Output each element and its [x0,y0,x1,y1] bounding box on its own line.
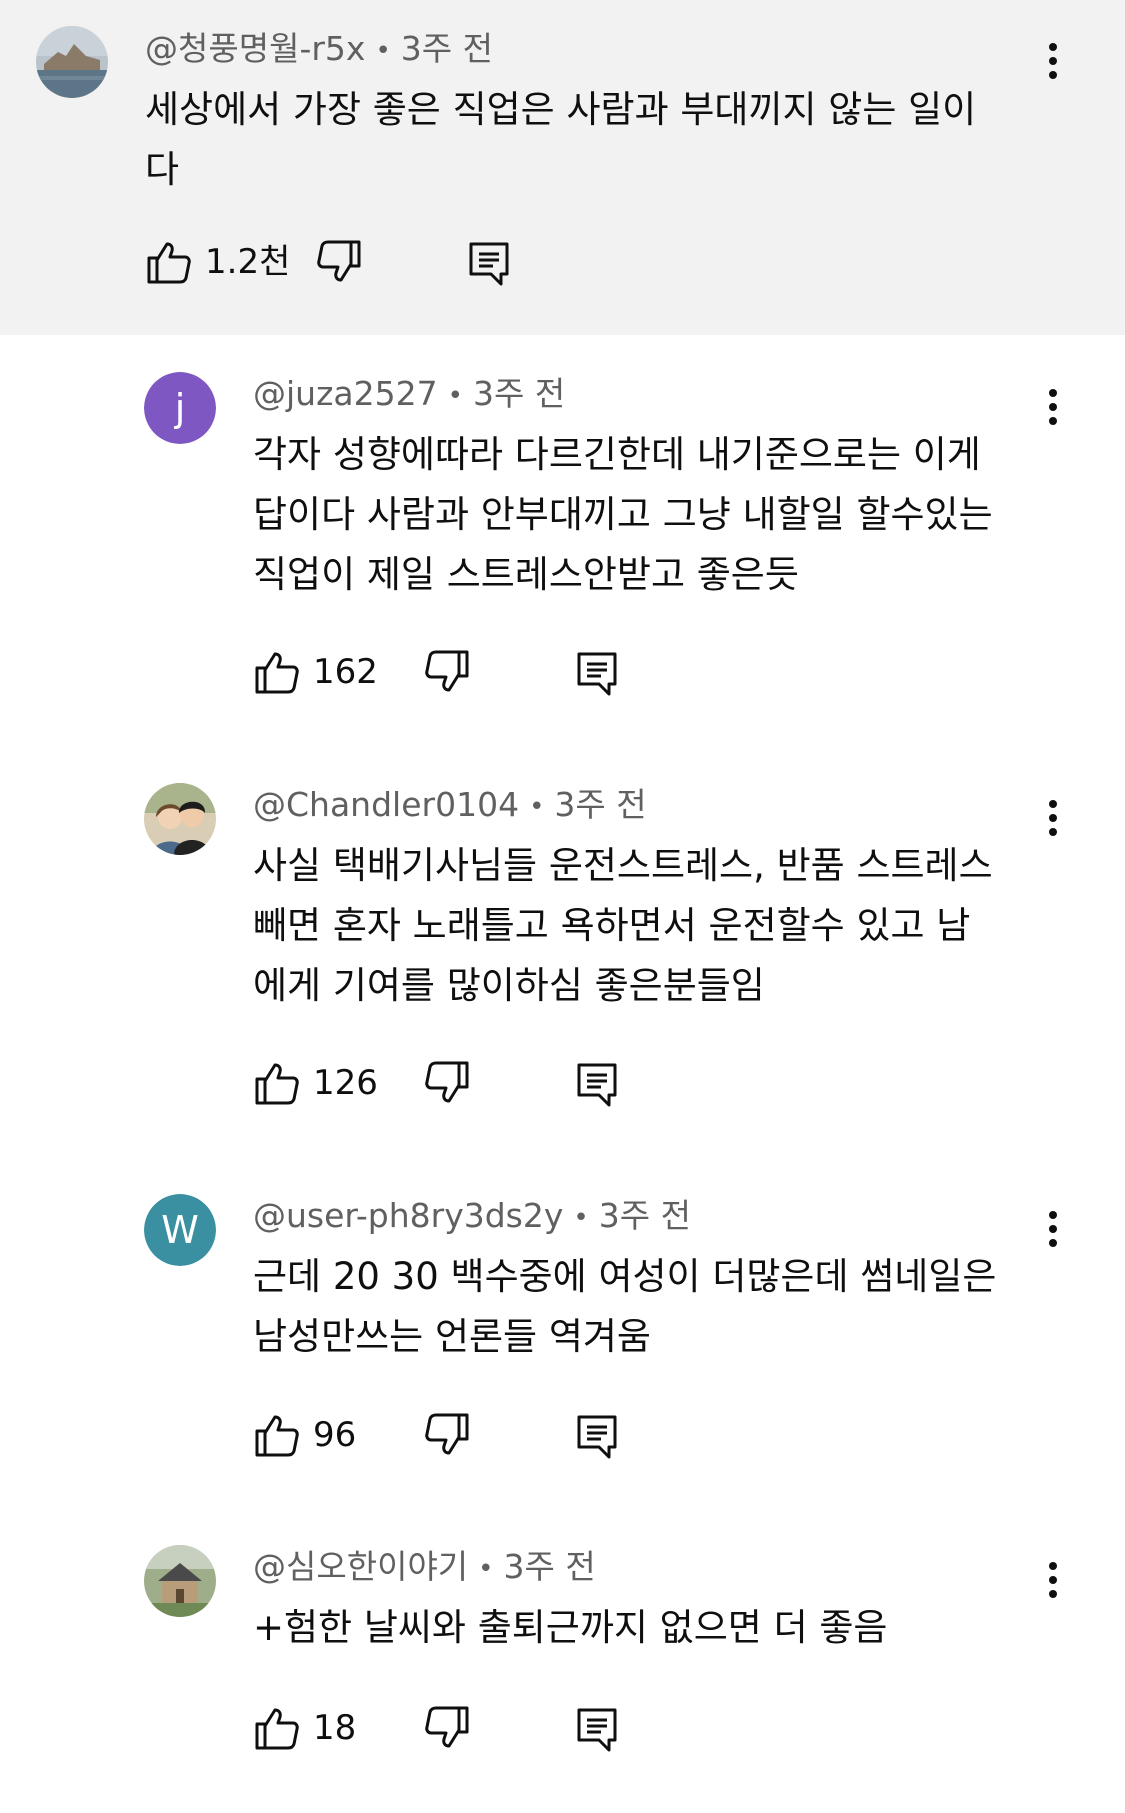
comment-actions: 18 [253,1704,673,1764]
comment-text-line: 에게 기여를 많이하심 좋은분들임 [253,964,765,1007]
reply-comment-icon[interactable] [465,238,513,286]
separator-dot: • [573,1202,589,1233]
comment-text-line: 직업이 제일 스트레스안받고 좋은듯 [253,553,799,596]
comment-author[interactable]: @juza2527 [253,374,438,413]
thumbs-up-icon[interactable] [253,648,301,696]
separator-dot: • [375,35,391,66]
like-count: 162 [313,652,378,692]
avatar[interactable] [144,783,216,855]
comment-text: 각자 성향에따라 다르긴한데 내기준으로는 이게 답이다 사람과 안부대끼고 그… [253,425,993,605]
comment-text-line: 각자 성향에따라 다르긴한데 내기준으로는 이게 [253,433,981,476]
more-vertical-icon [1049,800,1057,836]
thumbs-down-icon[interactable] [423,648,471,696]
comment-meta: @user-ph8ry3ds2y • 3주 전 [253,1196,691,1238]
thumbs-up-icon[interactable] [253,1411,301,1459]
more-vertical-icon [1049,1211,1057,1247]
reply-comment-icon[interactable] [573,648,621,696]
comment-meta: @Chandler0104 • 3주 전 [253,785,647,827]
comment-actions: 162 [253,648,673,708]
like-count: 18 [313,1708,357,1748]
comment-meta: @juza2527 • 3주 전 [253,374,565,416]
avatar-letter: j [144,372,216,444]
comment-meta: @심오한이야기 • 3주 전 [253,1547,596,1589]
comment-actions: 126 [253,1059,673,1119]
more-options-button[interactable] [1033,1199,1073,1259]
separator-dot: • [447,380,463,411]
comment-text-line: 다 [145,148,180,191]
thumbs-down-icon[interactable] [315,238,363,286]
comment-text: 사실 택배기사님들 운전스트레스, 반품 스트레스 빼면 혼자 노래틀고 욕하면… [253,836,993,1016]
like-count: 1.2천 [205,242,291,282]
comment-text-line: 빼면 혼자 노래틀고 욕하면서 운전할수 있고 남 [253,904,971,947]
more-options-button[interactable] [1033,31,1073,91]
like-count: 126 [313,1063,378,1103]
comment-actions: 96 [253,1411,673,1471]
comment-text-line: 사실 택배기사님들 운전스트레스, 반품 스트레스 [253,844,993,887]
comment-text: 근데 20 30 백수중에 여성이 더많은데 썸네일은 남성만쓰는 언론들 역겨… [253,1247,996,1367]
more-vertical-icon [1049,43,1057,79]
avatar[interactable]: W [144,1194,216,1266]
comment-time: 3주 전 [554,785,647,824]
reply-comment-icon[interactable] [573,1059,621,1107]
separator-dot: • [529,791,545,822]
like-count: 96 [313,1415,357,1455]
avatar-letter: W [144,1194,216,1266]
comment-author[interactable]: @user-ph8ry3ds2y [253,1196,563,1235]
more-vertical-icon [1049,389,1057,425]
thumbs-down-icon[interactable] [423,1411,471,1459]
comment-meta: @청풍명월-r5x • 3주 전 [145,29,493,71]
comment-actions: 1.2천 [145,238,565,298]
more-options-button[interactable] [1033,377,1073,437]
thumbs-up-icon[interactable] [145,238,193,286]
thumbs-up-icon[interactable] [253,1704,301,1752]
avatar[interactable] [144,1545,216,1617]
comment-text-line: 답이다 사람과 안부대끼고 그냥 내할일 할수있는 [253,493,993,536]
comment-text-line: 남성만쓰는 언론들 역겨움 [253,1315,651,1358]
comment-author[interactable]: @심오한이야기 [253,1547,468,1586]
thumbs-down-icon[interactable] [423,1059,471,1107]
comment-text-line: +험한 날씨와 출퇴근까지 없으면 더 좋음 [253,1606,888,1649]
comment-time: 3주 전 [503,1547,596,1586]
comment-text-line: 근데 20 30 백수중에 여성이 더많은데 썸네일은 [253,1255,997,1298]
comment-text: 세상에서 가장 좋은 직업은 사람과 부대끼지 않는 일이 다 [145,80,976,200]
comment-author[interactable]: @Chandler0104 [253,785,519,824]
comment-time: 3주 전 [472,374,566,413]
comment-author[interactable]: @청풍명월-r5x [145,29,365,68]
separator-dot: • [478,1553,494,1584]
comment-text: +험한 날씨와 출퇴근까지 없으면 더 좋음 [253,1598,887,1658]
reply-comment-icon[interactable] [573,1704,621,1752]
thumbs-up-icon[interactable] [253,1059,301,1107]
avatar[interactable] [36,26,108,98]
more-options-button[interactable] [1033,1550,1073,1610]
more-vertical-icon [1049,1562,1057,1598]
comment-time: 3주 전 [598,1196,691,1235]
thumbs-down-icon[interactable] [423,1704,471,1752]
comment-text-line: 세상에서 가장 좋은 직업은 사람과 부대끼지 않는 일이 [145,88,977,131]
more-options-button[interactable] [1033,788,1073,848]
avatar[interactable]: j [144,372,216,444]
reply-comment-icon[interactable] [573,1411,621,1459]
comment-time: 3주 전 [400,29,494,68]
